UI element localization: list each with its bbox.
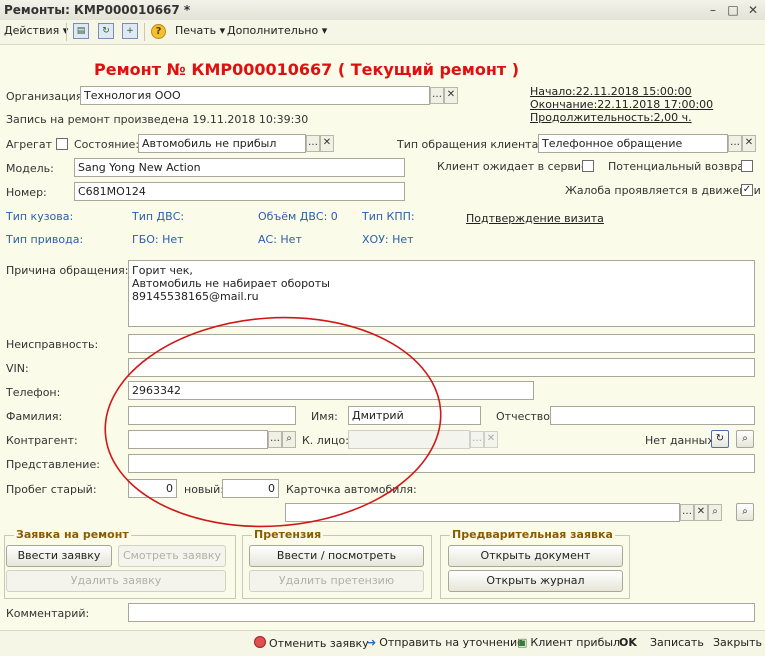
arrow-right-icon: ➜ (367, 636, 377, 649)
save-button[interactable]: Записать (650, 636, 704, 649)
close-button[interactable]: Закрыть (713, 636, 762, 649)
bottom-bar: Отменить заявку ➜ Отправить на уточнение … (0, 630, 765, 656)
client-arrived-button[interactable]: ▣ Клиент прибыл (517, 636, 620, 649)
ok-button[interactable]: OK (619, 636, 637, 649)
send-clarify-button[interactable]: ➜ Отправить на уточнение (367, 636, 524, 649)
client-arrived-label: Клиент прибыл (530, 636, 621, 649)
cancel-icon (254, 636, 266, 648)
cancel-request-label: Отменить заявку (269, 637, 369, 650)
annotation-ellipse (104, 316, 442, 528)
send-clarify-label: Отправить на уточнение (379, 636, 524, 649)
cancel-request-button[interactable]: Отменить заявку (254, 636, 369, 650)
person-icon: ▣ (517, 636, 528, 649)
